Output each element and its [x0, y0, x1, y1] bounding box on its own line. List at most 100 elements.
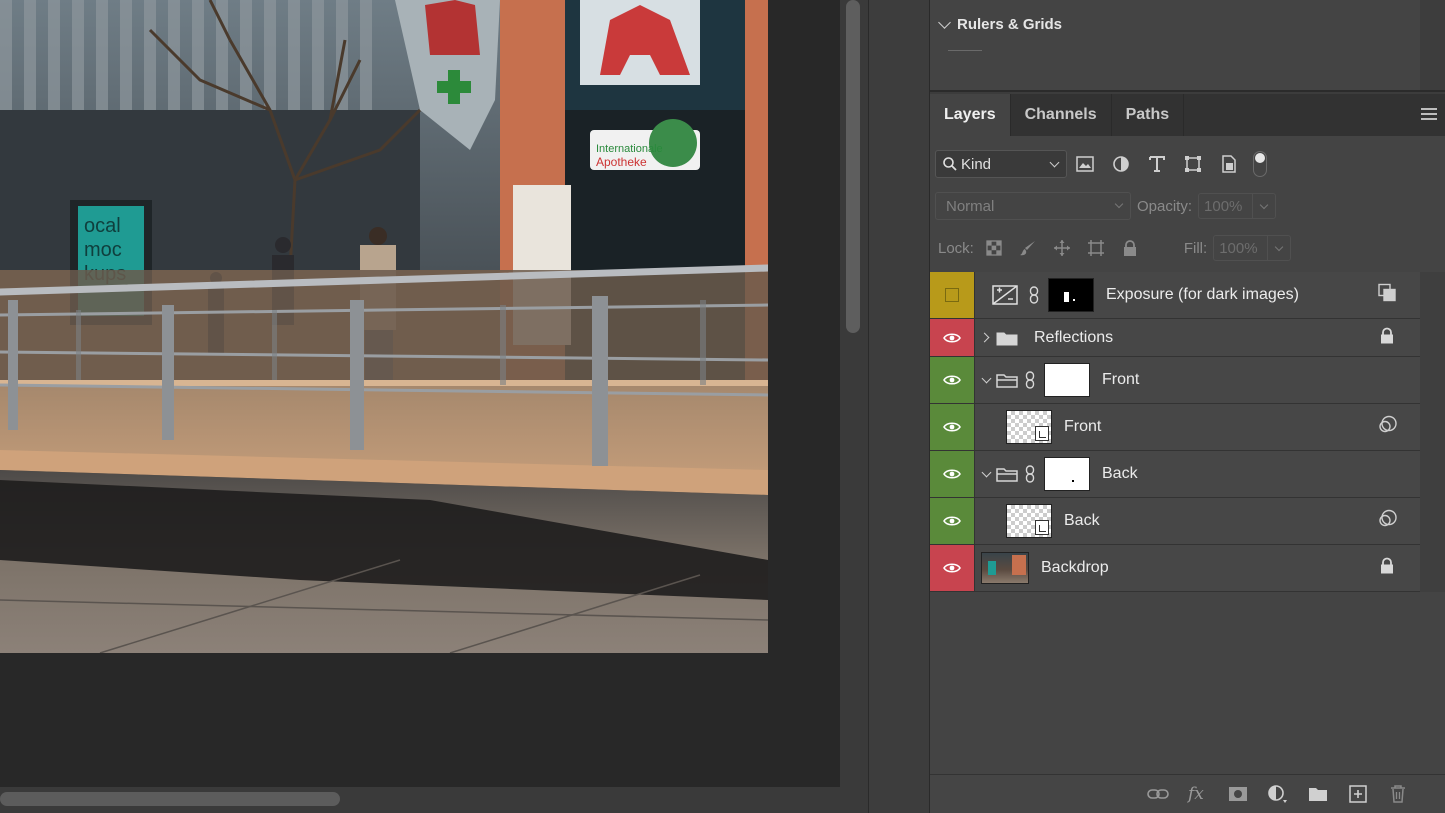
layers-panel: Kind Normal Opacity: 100% Lock: Fill: 10… — [930, 136, 1445, 813]
layer-mask-thumbnail[interactable] — [1044, 363, 1090, 397]
link-icon[interactable] — [1028, 285, 1040, 305]
layer-image-thumbnail[interactable] — [981, 552, 1029, 584]
layer-row[interactable]: Front — [930, 357, 1420, 404]
layers-bottom-toolbar: fx — [930, 774, 1445, 813]
layer-name: Front — [1102, 371, 1140, 388]
layer-name: Back — [1102, 465, 1138, 482]
visibility-toggle[interactable] — [930, 319, 975, 356]
link-icon[interactable] — [1024, 464, 1036, 484]
layers-scrollbar-track[interactable] — [1420, 272, 1445, 592]
lock-all-icon[interactable] — [1116, 236, 1144, 260]
blend-mode-value: Normal — [946, 197, 995, 215]
search-icon — [943, 157, 957, 171]
adjustment-layer-icon[interactable] — [1267, 783, 1289, 805]
filter-shape-icon[interactable] — [1175, 150, 1211, 178]
filter-adjustment-icon[interactable] — [1103, 150, 1139, 178]
add-mask-icon[interactable] — [1227, 783, 1249, 805]
folder-icon — [996, 332, 1018, 345]
layers-tab-bar: Layers Channels Paths — [930, 94, 1445, 136]
document-image[interactable]: Internationale Apotheke ocal moc kups — [0, 0, 768, 653]
layer-filter-row: Kind — [935, 150, 1267, 178]
fill-field[interactable]: 100% — [1213, 235, 1292, 261]
opacity-field[interactable]: 100% — [1198, 193, 1277, 219]
layer-mask-thumbnail[interactable] — [1044, 457, 1090, 491]
svg-text:moc: moc — [84, 239, 122, 261]
rulers-panel-scrollbar[interactable] — [1420, 0, 1445, 90]
filter-kind-select[interactable]: Kind — [935, 150, 1067, 178]
chevron-down-icon[interactable] — [981, 467, 992, 477]
tab-layers[interactable]: Layers — [930, 94, 1011, 136]
filter-pixel-icon[interactable] — [1067, 150, 1103, 178]
opacity-value: 100% — [1204, 197, 1243, 215]
link-layers-icon[interactable] — [1147, 783, 1169, 805]
svg-text:Apotheke: Apotheke — [596, 155, 647, 169]
lock-icon — [1380, 557, 1394, 579]
filter-kind-label: Kind — [961, 155, 992, 173]
right-panel-column: Rulers & Grids Layers Channels Paths Kin… — [930, 0, 1445, 813]
document-canvas-area[interactable]: Internationale Apotheke ocal moc kups — [0, 0, 840, 787]
filter-smart-object-icon[interactable] — [1211, 150, 1247, 178]
new-group-icon[interactable] — [1307, 783, 1329, 805]
street-photo-illustration: Internationale Apotheke ocal moc kups — [0, 0, 768, 653]
panel-menu-icon[interactable] — [1421, 108, 1437, 120]
lock-position-icon[interactable] — [1048, 236, 1076, 260]
chevron-down-icon — [1114, 199, 1124, 209]
layer-row[interactable]: Reflections — [930, 319, 1420, 357]
fill-value: 100% — [1219, 239, 1258, 257]
layer-name: Reflections — [1034, 328, 1114, 346]
layer-mask-thumbnail[interactable] — [1048, 278, 1094, 312]
chevron-down-icon — [1259, 200, 1269, 210]
chevron-down-icon[interactable] — [938, 16, 951, 29]
horizontal-scrollbar-thumb[interactable] — [0, 792, 340, 806]
lock-image-pixels-icon[interactable] — [1014, 236, 1042, 260]
visibility-toggle[interactable] — [930, 272, 975, 318]
visibility-toggle[interactable] — [930, 545, 975, 591]
new-layer-icon[interactable] — [1347, 783, 1369, 805]
blend-mode-select[interactable]: Normal — [935, 192, 1131, 220]
smart-filter-icon[interactable] — [1378, 509, 1398, 533]
fx-icon[interactable]: fx — [1187, 783, 1209, 805]
lock-artboard-icon[interactable] — [1082, 236, 1110, 260]
tab-channels[interactable]: Channels — [1011, 94, 1112, 136]
layer-name: Front — [1064, 418, 1102, 435]
layer-row[interactable]: Back — [930, 451, 1420, 498]
visibility-toggle[interactable] — [930, 357, 975, 403]
eye-icon — [943, 469, 961, 479]
vertical-scrollbar-thumb[interactable] — [846, 0, 860, 333]
rulers-grids-panel: Rulers & Grids — [930, 0, 1445, 92]
trash-icon[interactable] — [1387, 783, 1409, 805]
svg-text:Internationale: Internationale — [596, 143, 663, 155]
layer-name: Backdrop — [1041, 559, 1109, 576]
rulers-grids-header[interactable]: Rulers & Grids — [938, 16, 1063, 33]
eye-icon — [943, 375, 961, 385]
chevron-right-icon[interactable] — [979, 332, 990, 343]
folder-open-icon — [996, 374, 1018, 388]
visibility-toggle[interactable] — [930, 498, 975, 544]
visibility-toggle[interactable] — [930, 404, 975, 450]
layer-row[interactable]: Back — [930, 498, 1420, 545]
layer-row[interactable]: Front — [930, 404, 1420, 451]
eye-icon — [943, 563, 961, 573]
filter-type-icon[interactable] — [1139, 150, 1175, 178]
smart-filter-icon[interactable] — [1378, 415, 1398, 439]
exposure-adjustment-icon — [992, 285, 1018, 305]
svg-text:fx: fx — [1187, 784, 1204, 804]
smart-object-thumbnail[interactable] — [1006, 410, 1052, 444]
link-icon[interactable] — [1024, 370, 1036, 390]
chevron-down-icon[interactable] — [981, 373, 992, 383]
smart-object-badge-icon — [1035, 520, 1049, 535]
layer-row[interactable]: Exposure (for dark images) — [930, 272, 1420, 319]
chevron-down-icon — [1274, 242, 1284, 252]
opacity-label: Opacity: — [1137, 197, 1193, 215]
visibility-toggle[interactable] — [930, 451, 975, 497]
layer-row[interactable]: Backdrop — [930, 545, 1420, 592]
panel-dock-gutter — [868, 0, 930, 813]
smart-object-thumbnail[interactable] — [1006, 504, 1052, 538]
tab-paths[interactable]: Paths — [1112, 94, 1185, 136]
rulers-grids-title: Rulers & Grids — [957, 16, 1063, 33]
filter-toggle-switch[interactable] — [1253, 151, 1267, 177]
lock-icon — [1380, 327, 1394, 348]
eye-icon — [943, 332, 961, 343]
photoshop-window: Internationale Apotheke ocal moc kups — [0, 0, 1445, 813]
lock-transparent-pixels-icon[interactable] — [980, 236, 1008, 260]
